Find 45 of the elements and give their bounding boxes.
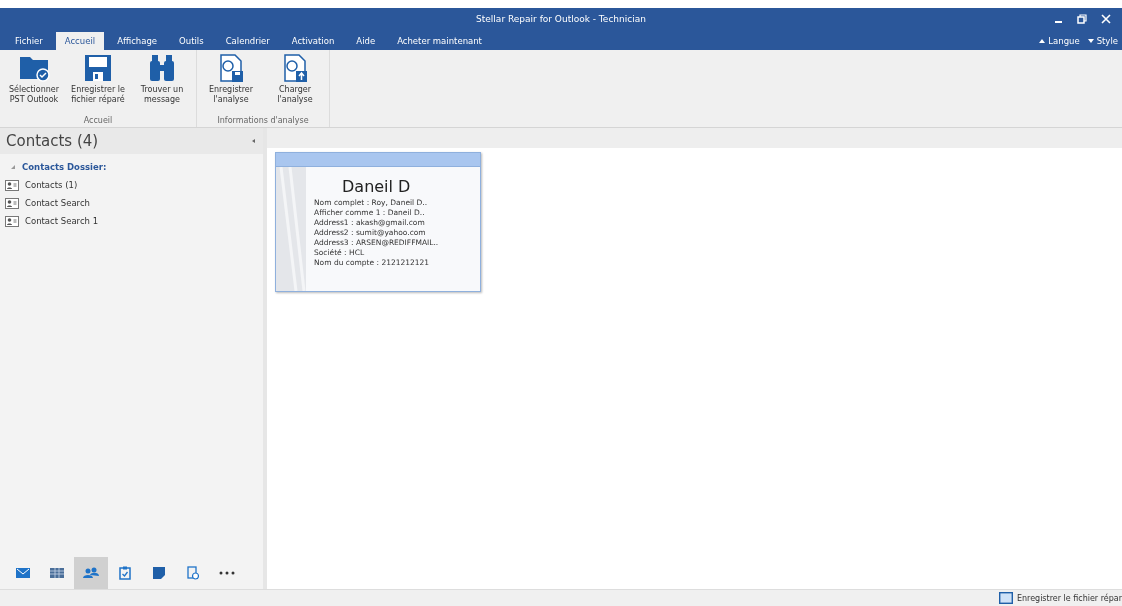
ribbon-menu[interactable]: Langue bbox=[1035, 32, 1084, 50]
ribbon-button[interactable]: Charger l'analyse bbox=[263, 53, 327, 116]
ribbon-button[interactable]: Enregistrer l'analyse bbox=[199, 53, 263, 116]
contact-card-icon bbox=[5, 179, 19, 191]
window-title: Stellar Repair for Outlook - Technician bbox=[476, 14, 646, 24]
ribbon-tab[interactable]: Acheter maintenant bbox=[388, 32, 491, 50]
grid-icon bbox=[50, 568, 64, 578]
clipboard-icon bbox=[119, 566, 131, 580]
floppy-icon bbox=[82, 53, 114, 83]
ribbon-button[interactable]: Trouver un message bbox=[130, 53, 194, 116]
ribbon-menu[interactable]: Style bbox=[1083, 32, 1122, 50]
collapse-button[interactable] bbox=[251, 138, 257, 144]
more-icon bbox=[219, 571, 235, 575]
folder-label: Contacts Dossier: bbox=[22, 162, 107, 172]
ribbon-tab[interactable]: Accueil bbox=[55, 32, 105, 50]
pane-title: Contacts (4) bbox=[6, 132, 99, 150]
ribbon-tab[interactable]: Fichier bbox=[6, 32, 52, 50]
nav-button[interactable] bbox=[74, 557, 108, 589]
folder-item[interactable]: Contact Search bbox=[0, 194, 263, 212]
contact-name: Daneil D bbox=[341, 177, 412, 196]
note-icon bbox=[153, 567, 165, 579]
ribbon-tab[interactable]: Aide bbox=[347, 32, 385, 50]
ribbon-button[interactable]: Enregistrer le fichier réparé bbox=[66, 53, 130, 116]
people-icon bbox=[83, 567, 99, 579]
envelope-icon bbox=[16, 568, 30, 578]
folder-item[interactable]: Contact Search 1 bbox=[0, 212, 263, 230]
contact-card-icon bbox=[5, 197, 19, 209]
status-save-button[interactable]: Enregistrer le fichier répar bbox=[994, 590, 1122, 606]
group-label: Informations d'analyse bbox=[217, 116, 309, 125]
folder-item[interactable]: Contacts (1) bbox=[0, 176, 263, 194]
group-label: Accueil bbox=[83, 116, 113, 125]
caret-up-icon bbox=[1039, 39, 1046, 43]
caret-down-icon bbox=[1087, 39, 1094, 43]
document-icon bbox=[187, 566, 199, 580]
minimize-icon bbox=[1054, 21, 1062, 23]
ribbon-button[interactable]: Sélectionner PST Outlook bbox=[2, 53, 66, 116]
ribbon-tab[interactable]: Outils bbox=[170, 32, 213, 50]
expand-icon[interactable] bbox=[10, 164, 16, 170]
ribbon-tab[interactable]: Calendrier bbox=[216, 32, 279, 50]
save-icon bbox=[998, 592, 1013, 604]
restore-icon bbox=[1077, 14, 1087, 24]
close-icon bbox=[1101, 14, 1111, 24]
ribbon-tab[interactable]: Activation bbox=[282, 32, 344, 50]
contact-card-icon bbox=[5, 215, 19, 227]
ribbon-tab[interactable]: Affichage bbox=[108, 32, 167, 50]
